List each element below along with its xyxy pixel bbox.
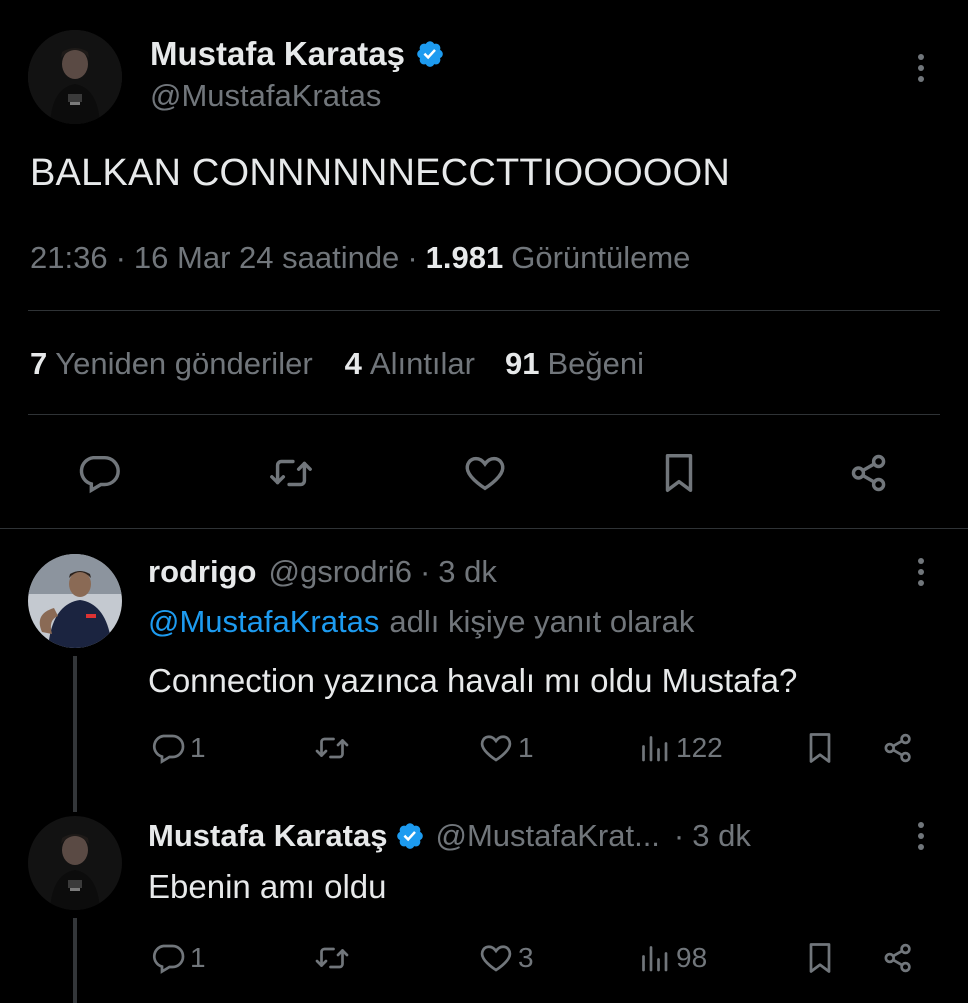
- bookmark-icon[interactable]: [802, 940, 838, 976]
- likes-count: 91: [505, 346, 540, 381]
- reply-action[interactable]: 1: [150, 730, 206, 766]
- views-action[interactable]: 122: [636, 730, 723, 766]
- views-count: 122: [676, 732, 723, 763]
- likes-label: Beğeni: [547, 346, 645, 381]
- quotes-stat[interactable]: 4 Alıntılar: [345, 346, 475, 382]
- retweet-action[interactable]: [314, 730, 354, 766]
- reposts-label: Yeniden gönderiler: [55, 346, 313, 381]
- reply-to-handle[interactable]: @MustafaKratas: [148, 604, 379, 640]
- views-icon: [636, 940, 672, 976]
- reply-handle[interactable]: @MustafaKrat...: [435, 818, 659, 854]
- reply-handle[interactable]: @gsrodri6: [269, 554, 412, 590]
- main-tweet-meta: 21:36 · 16 Mar 24 saatinde · 1.981 Görün…: [30, 240, 690, 276]
- verified-badge-icon: [395, 821, 425, 851]
- meta-separator: ·: [673, 818, 685, 853]
- main-tweet-avatar[interactable]: [28, 30, 122, 124]
- bookmark-icon[interactable]: [802, 730, 838, 766]
- retweet-icon: [314, 940, 350, 976]
- divider: [28, 310, 940, 311]
- main-tweet-views-count: 1.981: [425, 240, 504, 275]
- views-count: 98: [676, 942, 708, 973]
- heart-icon: [478, 940, 514, 976]
- like-action[interactable]: 1: [478, 730, 534, 766]
- main-tweet-date[interactable]: 16 Mar 24 saatinde: [134, 240, 399, 276]
- reply-to-suffix: adlı kişiye yanıt olarak: [389, 604, 695, 639]
- share-icon[interactable]: [846, 450, 892, 496]
- quotes-label: Alıntılar: [369, 346, 476, 381]
- reply-text: Connection yazınca havalı mı oldu Mustaf…: [148, 662, 798, 699]
- main-tweet-views-label: Görüntüleme: [511, 240, 691, 275]
- reply-icon: [150, 940, 186, 976]
- reply-text: Ebenin amı oldu: [148, 868, 387, 905]
- main-tweet-stats: 7 Yeniden gönderiler 4 Alıntılar 91 Beğe…: [30, 346, 644, 382]
- reply-count: 1: [190, 942, 206, 973]
- like-count: 1: [518, 732, 534, 763]
- main-tweet-time[interactable]: 21:36: [30, 240, 108, 276]
- main-tweet-text: BALKAN CONNNNNNECCTTIOOOOON: [30, 152, 731, 194]
- more-vertical-icon[interactable]: [910, 556, 932, 590]
- retweet-icon[interactable]: [268, 450, 314, 496]
- heart-icon: [478, 730, 514, 766]
- reply-avatar[interactable]: [28, 554, 122, 648]
- retweet-icon: [314, 730, 350, 766]
- reply-count: 1: [190, 732, 206, 763]
- reposts-count: 7: [30, 346, 48, 381]
- meta-separator: ·: [407, 240, 418, 275]
- reply-author-name[interactable]: rodrigo: [148, 554, 257, 590]
- bookmark-icon[interactable]: [656, 450, 702, 496]
- main-tweet-author-name[interactable]: Mustafa Karataş: [150, 35, 405, 73]
- views-action[interactable]: 98: [636, 940, 707, 976]
- main-tweet-handle[interactable]: @MustafaKratas: [150, 78, 381, 114]
- views-icon: [636, 730, 672, 766]
- likes-stat[interactable]: 91 Beğeni: [505, 346, 644, 382]
- thread-connector-line: [73, 656, 77, 812]
- reply-time[interactable]: 3 dk: [692, 818, 751, 854]
- heart-icon[interactable]: [462, 450, 508, 496]
- more-vertical-icon[interactable]: [910, 52, 932, 86]
- divider: [0, 528, 968, 529]
- reply-icon: [150, 730, 186, 766]
- reply-action[interactable]: 1: [150, 940, 206, 976]
- verified-badge-icon: [415, 39, 445, 69]
- meta-separator: ·: [419, 554, 431, 589]
- like-action[interactable]: 3: [478, 940, 534, 976]
- thread-connector-line: [73, 918, 77, 1003]
- reply-time[interactable]: 3 dk: [438, 554, 497, 590]
- reply-avatar[interactable]: [28, 816, 122, 910]
- more-vertical-icon[interactable]: [910, 820, 932, 854]
- quotes-count: 4: [344, 346, 362, 381]
- reply-author-name[interactable]: Mustafa Karataş: [148, 818, 387, 854]
- like-count: 3: [518, 942, 534, 973]
- reposts-stat[interactable]: 7 Yeniden gönderiler: [30, 346, 313, 382]
- share-icon[interactable]: [880, 940, 916, 976]
- reply-to-line: @MustafaKratas adlı kişiye yanıt olarak: [148, 604, 694, 640]
- meta-separator: ·: [115, 240, 126, 275]
- retweet-action[interactable]: [314, 940, 354, 976]
- reply-icon[interactable]: [76, 450, 122, 496]
- divider: [28, 414, 940, 415]
- share-icon[interactable]: [880, 730, 916, 766]
